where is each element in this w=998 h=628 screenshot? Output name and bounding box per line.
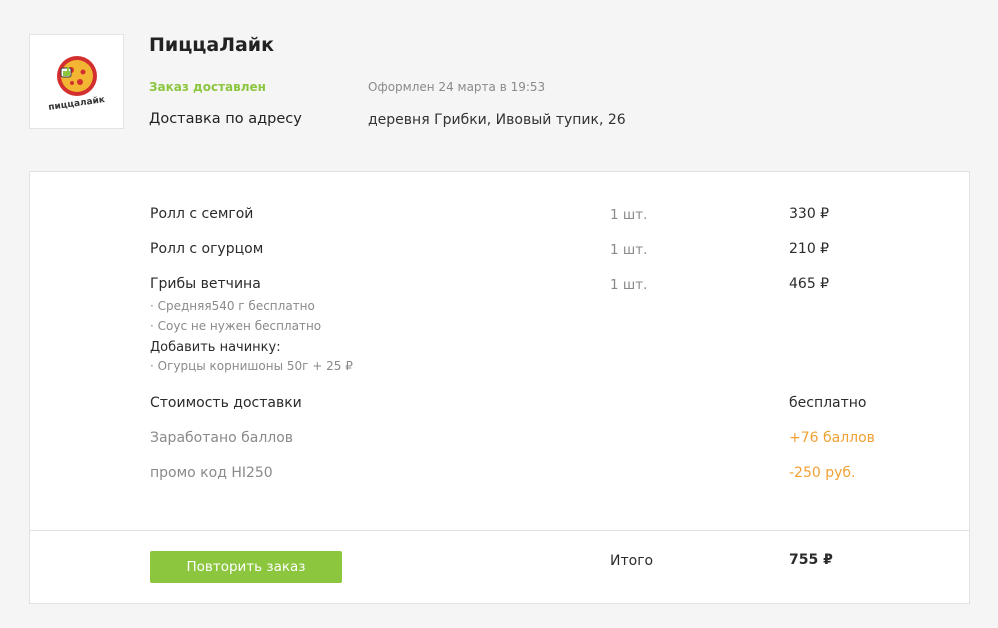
addon-header: Добавить начинку:: [150, 340, 281, 355]
item-qty: 1 шт.: [610, 207, 648, 223]
item-qty: 1 шт.: [610, 242, 648, 258]
total-value: 755 ₽: [789, 552, 833, 568]
item-option: · Средняя540 г бесплатно: [150, 299, 315, 313]
item-name: Грибы ветчина: [150, 276, 261, 292]
repeat-order-button[interactable]: Повторить заказ: [150, 551, 342, 583]
item-name: Ролл с семгой: [150, 206, 254, 222]
item-option: · Соус не нужен бесплатно: [150, 319, 322, 333]
delivery-label: Доставка по адресу: [149, 111, 302, 127]
item-price: 465 ₽: [789, 276, 830, 292]
delivery-cost-value: бесплатно: [789, 395, 867, 411]
restaurant-logo: пиццалайк: [29, 34, 124, 129]
total-label: Итого: [610, 553, 654, 569]
item-name: Ролл с огурцом: [150, 241, 264, 257]
promo-label: промо код HI250: [150, 465, 273, 481]
item-qty: 1 шт.: [610, 277, 648, 293]
restaurant-name: ПиццаЛайк: [149, 34, 275, 56]
order-date: Оформлен 24 марта в 19:53: [368, 80, 546, 94]
card-divider: [30, 530, 969, 531]
item-addon: · Огурцы корнишоны 50г + 25 ₽: [150, 359, 353, 373]
logo-wordmark: пиццалайк: [47, 95, 105, 112]
delivery-address: деревня Грибки, Ивовый тупик, 26: [368, 112, 626, 128]
order-card: Ролл с семгой 1 шт. 330 ₽ Ролл с огурцом…: [29, 171, 970, 604]
order-status: Заказ доставлен: [149, 80, 266, 94]
item-price: 210 ₽: [789, 241, 830, 257]
pizza-logo-icon: пиццалайк: [47, 55, 105, 112]
delivery-cost-label: Стоимость доставки: [150, 395, 302, 411]
points-label: Заработано баллов: [150, 430, 294, 446]
promo-value: -250 руб.: [789, 465, 856, 481]
points-value: +76 баллов: [789, 430, 875, 446]
item-price: 330 ₽: [789, 206, 830, 222]
